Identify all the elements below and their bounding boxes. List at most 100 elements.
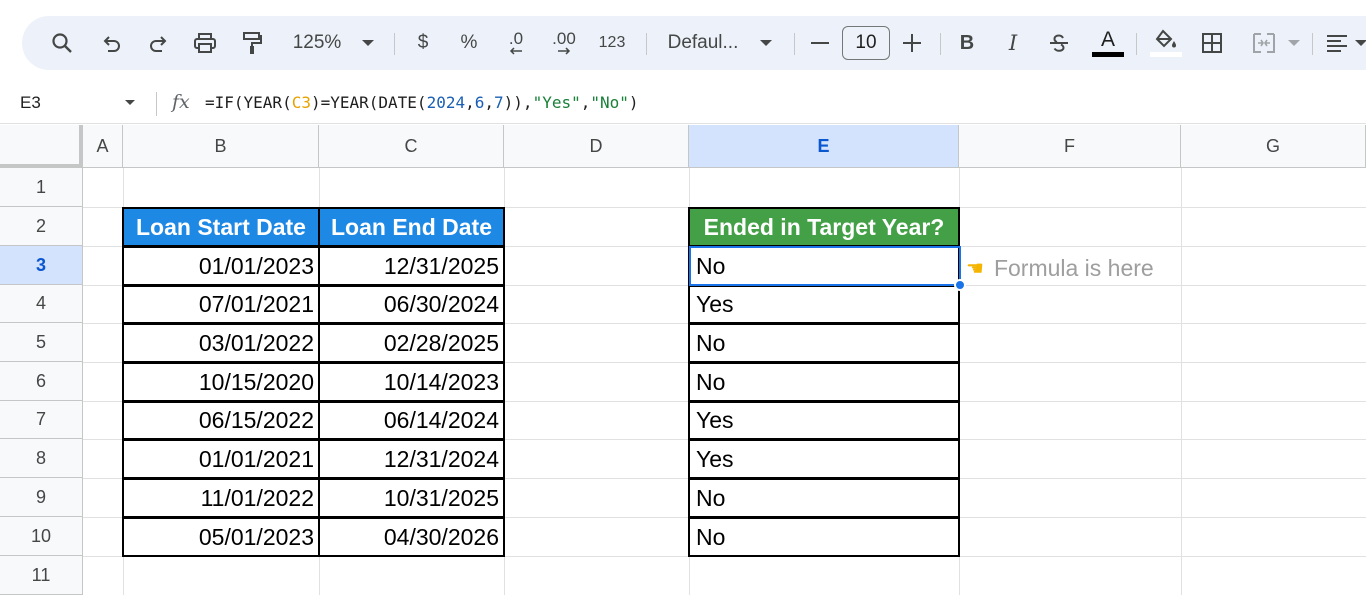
loan-start-date-cell[interactable]: 01/01/2023: [122, 246, 320, 286]
formula-input[interactable]: =IF(YEAR(C3)=YEAR(DATE(2024,6,7)),"Yes",…: [205, 93, 639, 112]
name-box[interactable]: E3: [20, 93, 41, 113]
loan-end-date-cell[interactable]: 06/30/2024: [318, 285, 505, 324]
column-header-a[interactable]: A: [83, 125, 123, 168]
grid-col-line: [1181, 168, 1182, 595]
decrease-decimals-label: .0: [508, 29, 524, 48]
formula-text: )=YEAR(DATE(: [310, 93, 427, 112]
loan-end-date-cell[interactable]: 04/30/2026: [318, 517, 505, 557]
toolbar-divider: [794, 33, 795, 55]
toolbar-divider: [394, 33, 395, 55]
search-icon[interactable]: [40, 16, 84, 70]
column-header-b[interactable]: B: [123, 125, 319, 168]
loan-end-date-cell[interactable]: 10/14/2023: [318, 362, 505, 402]
loan-end-date-cell[interactable]: 06/14/2024: [318, 401, 505, 440]
pointing-hand-icon: ☚: [966, 257, 984, 280]
header-ended-in-target-year[interactable]: Ended in Target Year?: [688, 207, 960, 247]
loan-start-date-cell[interactable]: 03/01/2022: [122, 323, 320, 363]
toolbar-divider: [1136, 33, 1137, 55]
font-size-input[interactable]: 10: [842, 26, 890, 60]
strikethrough-icon[interactable]: [1044, 16, 1074, 70]
toolbar: 125% $ % .0 .00 123 Defaul... 10 B I A: [22, 16, 1366, 70]
zoom-select[interactable]: 125%: [282, 16, 352, 70]
row-header-3[interactable]: 3: [0, 246, 83, 285]
italic-button[interactable]: I: [998, 16, 1028, 70]
result-cell[interactable]: No: [688, 517, 960, 557]
column-header-d[interactable]: D: [504, 125, 689, 168]
loan-start-date-cell[interactable]: 01/01/2021: [122, 439, 320, 479]
row-header-7[interactable]: 7: [0, 401, 83, 439]
formula-string: "Yes": [532, 93, 581, 112]
print-icon[interactable]: [185, 16, 225, 70]
loan-start-date-cell[interactable]: 11/01/2022: [122, 478, 320, 518]
chevron-down-icon[interactable]: [125, 100, 135, 105]
chevron-down-icon[interactable]: [1286, 16, 1302, 70]
header-loan-start-date[interactable]: Loan Start Date: [122, 207, 320, 247]
row-header-9[interactable]: 9: [0, 478, 83, 517]
align-icon[interactable]: [1322, 16, 1352, 70]
arrow-right-icon: [558, 47, 571, 55]
row-header-10[interactable]: 10: [0, 517, 83, 556]
column-header-g[interactable]: G: [1181, 125, 1366, 168]
select-all-corner[interactable]: [0, 125, 83, 168]
increase-decimals-button[interactable]: .00: [544, 16, 584, 70]
formula-text: ,: [484, 93, 495, 112]
row-header-6[interactable]: 6: [0, 362, 83, 401]
increase-font-size-button[interactable]: [898, 16, 926, 70]
row-header-1[interactable]: 1: [0, 168, 83, 207]
loan-end-date-cell[interactable]: 12/31/2024: [318, 439, 505, 479]
cell-selection: [689, 246, 961, 286]
row-header-4[interactable]: 4: [0, 285, 83, 323]
column-header-c[interactable]: C: [319, 125, 504, 168]
fill-handle[interactable]: [954, 279, 966, 291]
result-cell[interactable]: Yes: [688, 401, 960, 440]
loan-end-date-cell[interactable]: 02/28/2025: [318, 323, 505, 363]
result-cell[interactable]: No: [688, 323, 960, 363]
row-header-2[interactable]: 2: [0, 207, 83, 246]
formula-note-text: Formula is here: [993, 254, 1154, 281]
row-header-5[interactable]: 5: [0, 323, 83, 362]
text-color-swatch: [1092, 51, 1124, 57]
increase-decimals-label: .00: [552, 29, 576, 48]
fx-icon: fx: [172, 91, 190, 113]
result-cell[interactable]: No: [688, 362, 960, 402]
row-header-11[interactable]: 11: [0, 556, 83, 595]
decrease-decimals-button[interactable]: .0: [498, 16, 534, 70]
toolbar-divider: [940, 33, 941, 55]
formula-cell-ref: C3: [291, 93, 311, 112]
column-header-f[interactable]: F: [959, 125, 1181, 168]
formula-number: 7: [494, 93, 504, 112]
borders-icon[interactable]: [1194, 16, 1230, 70]
text-color-label: A: [1100, 27, 1115, 51]
toolbar-divider: [646, 33, 647, 55]
row-header-8[interactable]: 8: [0, 439, 83, 478]
loan-start-date-cell[interactable]: 05/01/2023: [122, 517, 320, 557]
loan-start-date-cell[interactable]: 07/01/2021: [122, 285, 320, 324]
number-format-button[interactable]: 123: [592, 16, 632, 70]
fill-color-icon[interactable]: [1148, 16, 1184, 70]
header-loan-end-date[interactable]: Loan End Date: [318, 207, 505, 247]
merge-cells-icon[interactable]: [1244, 16, 1284, 70]
paint-format-icon[interactable]: [232, 16, 272, 70]
formula-number: 2024: [426, 93, 466, 112]
currency-button[interactable]: $: [408, 16, 438, 70]
column-header-e[interactable]: E: [689, 125, 959, 168]
percent-button[interactable]: %: [454, 16, 484, 70]
loan-end-date-cell[interactable]: 10/31/2025: [318, 478, 505, 518]
result-cell[interactable]: Yes: [688, 285, 960, 324]
redo-icon[interactable]: [138, 16, 178, 70]
loan-start-date-cell[interactable]: 06/15/2022: [122, 401, 320, 440]
chevron-down-icon[interactable]: [358, 16, 378, 70]
chevron-down-icon[interactable]: [756, 16, 776, 70]
result-cell[interactable]: No: [688, 478, 960, 518]
font-family-select[interactable]: Defaul...: [658, 16, 748, 70]
loan-start-date-cell[interactable]: 10/15/2020: [122, 362, 320, 402]
bold-button[interactable]: B: [952, 16, 982, 70]
decrease-font-size-button[interactable]: [806, 16, 834, 70]
loan-end-date-cell[interactable]: 12/31/2025: [318, 246, 505, 286]
result-cell[interactable]: Yes: [688, 439, 960, 479]
undo-icon[interactable]: [92, 16, 132, 70]
text-color-button[interactable]: A: [1090, 16, 1126, 70]
toolbar-divider: [1312, 33, 1313, 55]
formula-divider: [156, 92, 157, 116]
chevron-down-icon[interactable]: [1354, 16, 1366, 70]
